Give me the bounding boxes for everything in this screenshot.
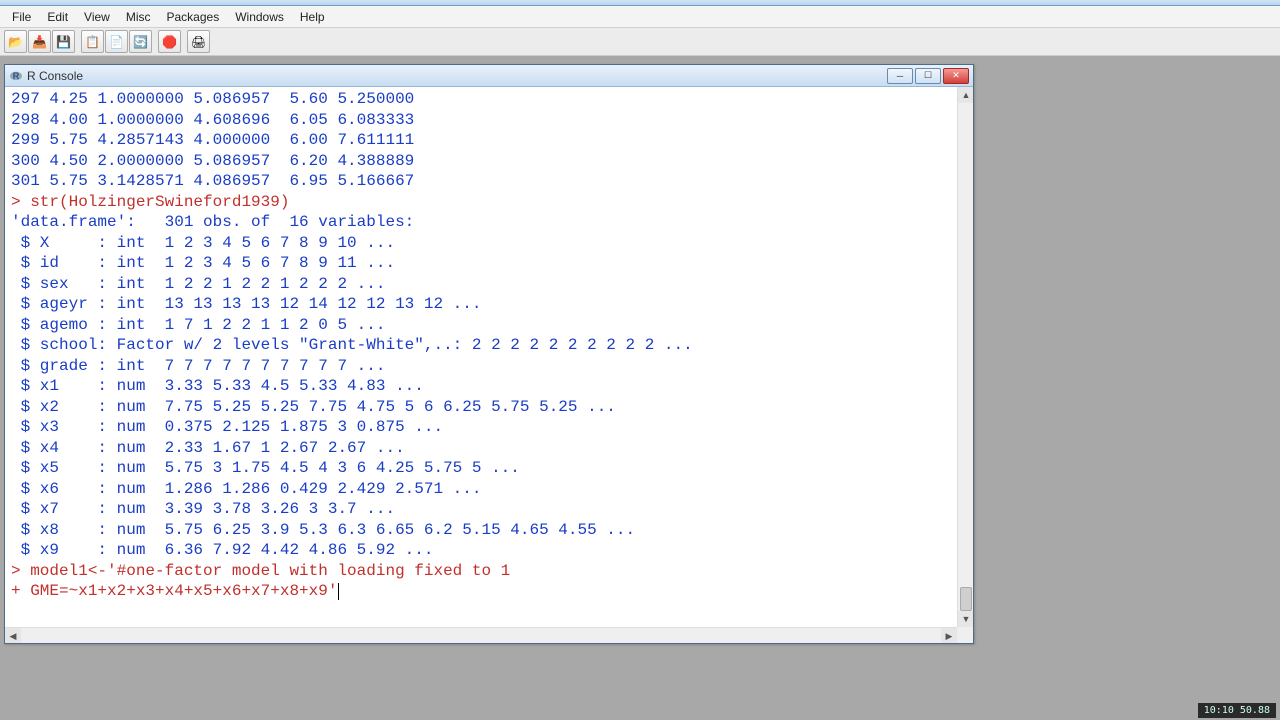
maximize-button[interactable]: ☐	[915, 68, 941, 84]
console-line: $ x4 : num 2.33 1.67 1 2.67 2.67 ...	[11, 438, 951, 459]
console-line: 297 4.25 1.0000000 5.086957 5.60 5.25000…	[11, 89, 951, 110]
console-line: 'data.frame': 301 obs. of 16 variables:	[11, 212, 951, 233]
console-line: $ x9 : num 6.36 7.92 4.42 4.86 5.92 ...	[11, 540, 951, 561]
menu-file[interactable]: File	[4, 8, 39, 26]
scroll-corner	[957, 627, 973, 643]
r-console-title: R Console	[27, 69, 887, 83]
clock-overlay: 10:10 50.88	[1198, 703, 1276, 718]
scroll-left-icon[interactable]: ◀	[5, 628, 21, 643]
console-line: $ school: Factor w/ 2 levels "Grant-Whit…	[11, 335, 951, 356]
scroll-up-icon[interactable]: ▲	[958, 87, 973, 103]
menu-bar: File Edit View Misc Packages Windows Hel…	[0, 6, 1280, 28]
toolbar: 📂📥💾 📋📄🔄 🛑 🖨	[0, 28, 1280, 56]
console-line: > model1<-'#one-factor model with loadin…	[11, 561, 951, 582]
scroll-right-icon[interactable]: ▶	[941, 628, 957, 643]
console-line: $ x5 : num 5.75 3 1.75 4.5 4 3 6 4.25 5.…	[11, 458, 951, 479]
console-line: > str(HolzingerSwineford1939)	[11, 192, 951, 213]
console-line: $ id : int 1 2 3 4 5 6 7 8 9 11 ...	[11, 253, 951, 274]
console-line: 298 4.00 1.0000000 4.608696 6.05 6.08333…	[11, 110, 951, 131]
console-line: $ ageyr : int 13 13 13 13 12 14 12 12 13…	[11, 294, 951, 315]
minimize-button[interactable]: ─	[887, 68, 913, 84]
menu-packages[interactable]: Packages	[159, 8, 228, 26]
console-line: $ x3 : num 0.375 2.125 1.875 3 0.875 ...	[11, 417, 951, 438]
console-line: $ x6 : num 1.286 1.286 0.429 2.429 2.571…	[11, 479, 951, 500]
r-console-window: R R Console ─ ☐ ✕ 297 4.25 1.0000000 5.0…	[4, 64, 974, 644]
scroll-down-icon[interactable]: ▼	[958, 611, 973, 627]
svg-text:R: R	[13, 71, 20, 81]
r-console-titlebar[interactable]: R R Console ─ ☐ ✕	[5, 65, 973, 87]
menu-windows[interactable]: Windows	[227, 8, 292, 26]
console-line: + GME=~x1+x2+x3+x4+x5+x6+x7+x8+x9'	[11, 581, 951, 602]
menu-misc[interactable]: Misc	[118, 8, 159, 26]
mdi-workspace: R R Console ─ ☐ ✕ 297 4.25 1.0000000 5.0…	[0, 56, 1280, 720]
stop-icon[interactable]: 🛑	[158, 30, 181, 53]
save-workspace-icon[interactable]: 💾	[52, 30, 75, 53]
menu-view[interactable]: View	[76, 8, 118, 26]
console-line: $ x2 : num 7.75 5.25 5.25 7.75 4.75 5 6 …	[11, 397, 951, 418]
open-script-icon[interactable]: 📂	[4, 30, 27, 53]
console-line: $ agemo : int 1 7 1 2 2 1 1 2 0 5 ...	[11, 315, 951, 336]
load-workspace-icon[interactable]: 📥	[28, 30, 51, 53]
console-line: $ grade : int 7 7 7 7 7 7 7 7 7 7 ...	[11, 356, 951, 377]
console-line: $ X : int 1 2 3 4 5 6 7 8 9 10 ...	[11, 233, 951, 254]
vertical-scrollbar[interactable]: ▲ ▼	[957, 87, 973, 627]
r-console-output[interactable]: 297 4.25 1.0000000 5.086957 5.60 5.25000…	[5, 87, 957, 627]
console-line: $ x7 : num 3.39 3.78 3.26 3 3.7 ...	[11, 499, 951, 520]
close-button[interactable]: ✕	[943, 68, 969, 84]
paste-icon[interactable]: 📄	[105, 30, 128, 53]
scroll-thumb[interactable]	[960, 587, 972, 611]
console-line: 300 4.50 2.0000000 5.086957 6.20 4.38888…	[11, 151, 951, 172]
text-cursor	[338, 583, 339, 600]
print-icon[interactable]: 🖨	[187, 30, 210, 53]
console-line: 299 5.75 4.2857143 4.000000 6.00 7.61111…	[11, 130, 951, 151]
menu-help[interactable]: Help	[292, 8, 333, 26]
console-line: $ sex : int 1 2 2 1 2 2 1 2 2 2 ...	[11, 274, 951, 295]
console-line: $ x1 : num 3.33 5.33 4.5 5.33 4.83 ...	[11, 376, 951, 397]
horizontal-scrollbar[interactable]: ◀ ▶	[5, 627, 957, 643]
console-line: 301 5.75 3.1428571 4.086957 6.95 5.16666…	[11, 171, 951, 192]
refresh-icon[interactable]: 🔄	[129, 30, 152, 53]
menu-edit[interactable]: Edit	[39, 8, 76, 26]
console-line: $ x8 : num 5.75 6.25 3.9 5.3 6.3 6.65 6.…	[11, 520, 951, 541]
copy-icon[interactable]: 📋	[81, 30, 104, 53]
r-logo-icon: R	[9, 69, 23, 83]
